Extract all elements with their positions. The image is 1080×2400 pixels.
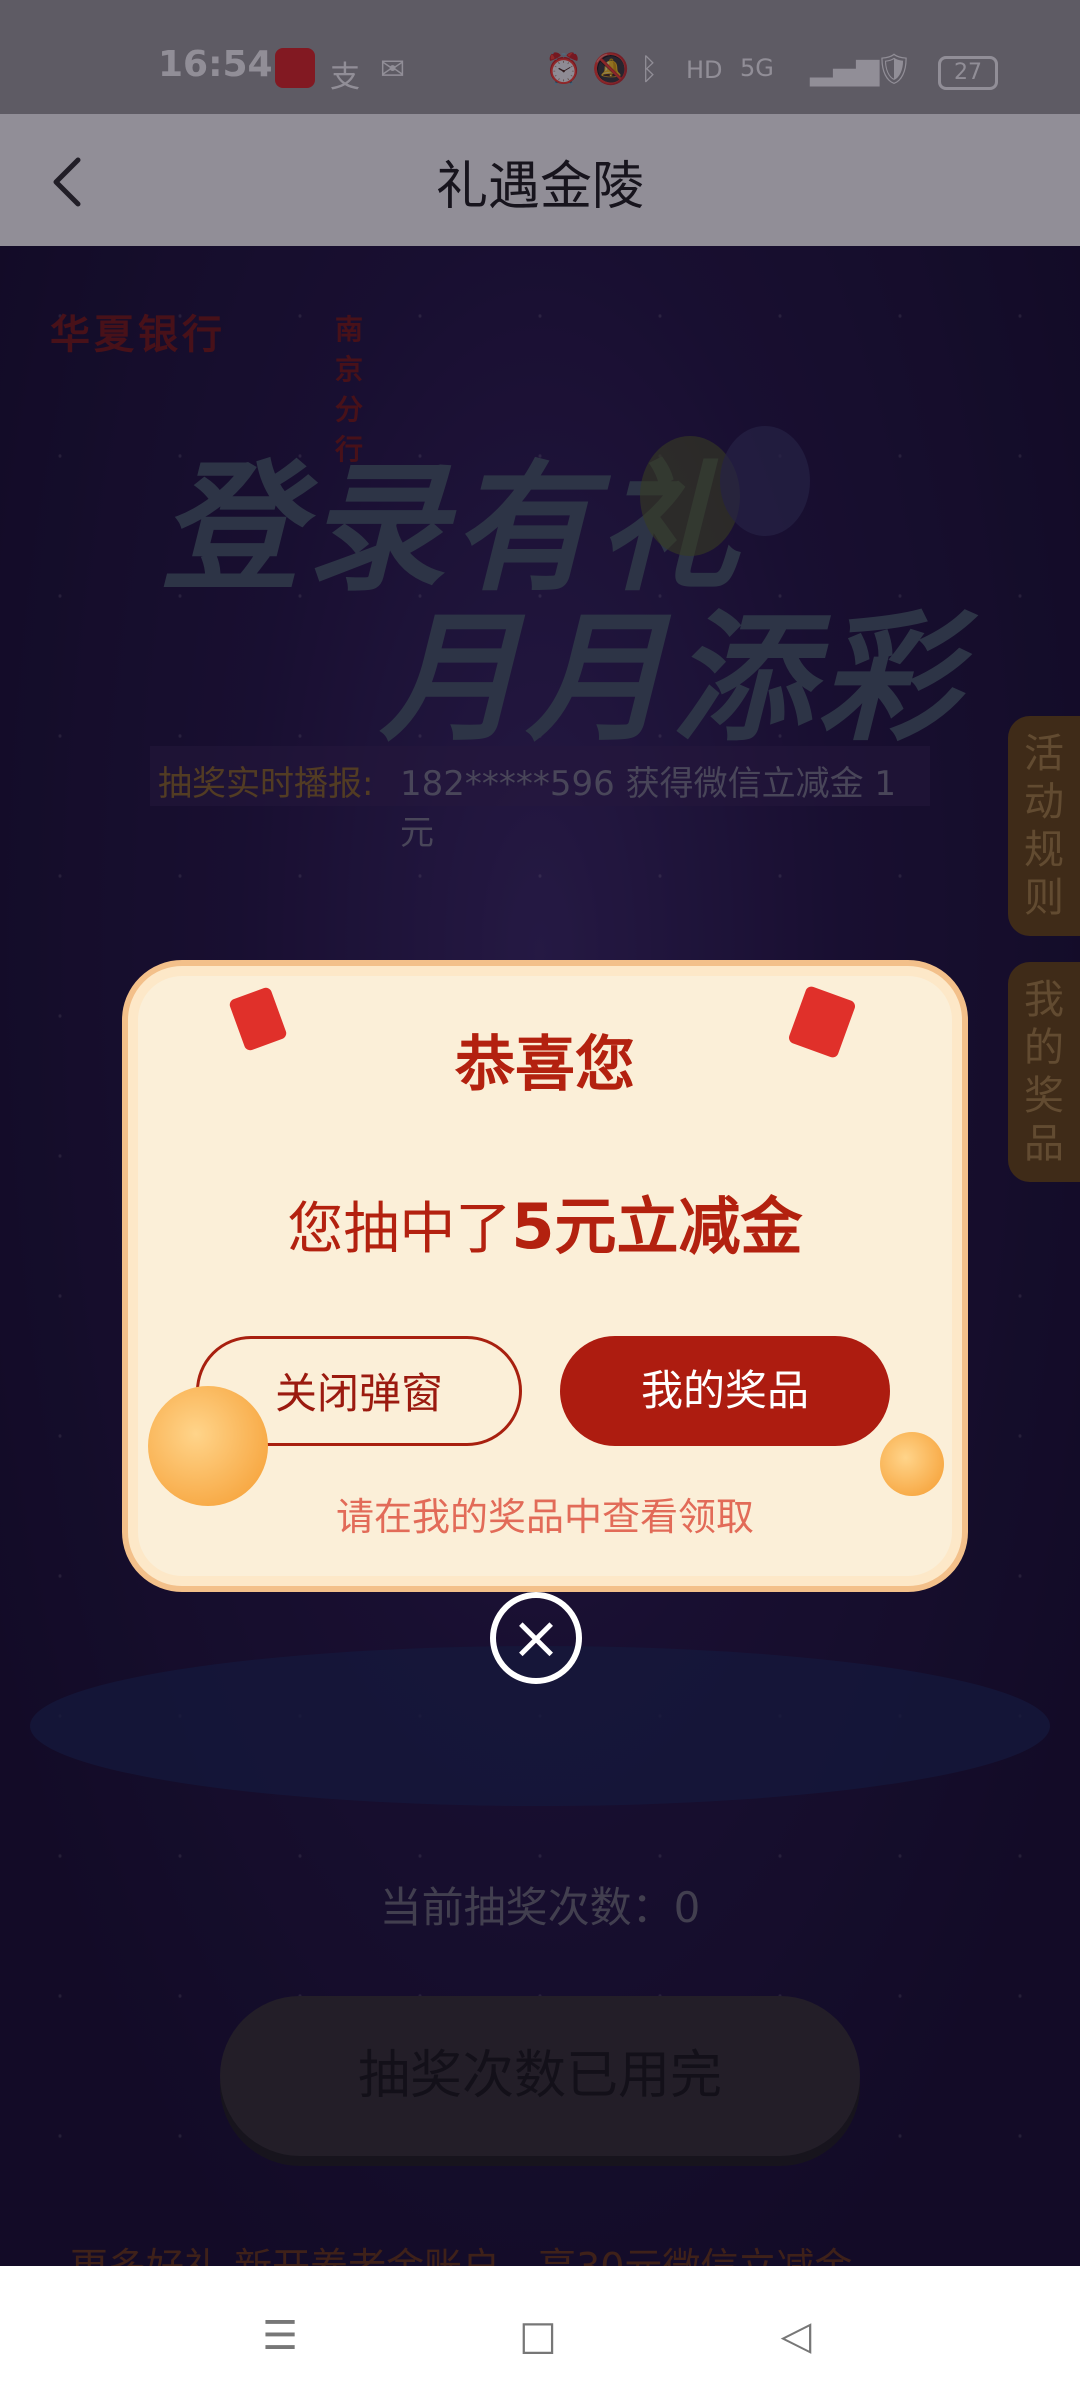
system-nav-bar: ☰ □ ◁ [0,2266,1080,2400]
coin-decoration [880,1432,944,1496]
prize-dialog: 恭喜您 您抽中了5元立减金 关闭弹窗 我的奖品 请在我的奖品中查看领取 [122,960,968,1592]
back-icon[interactable]: ◁ [766,2306,826,2366]
coin-decoration [148,1386,268,1506]
dialog-prize: 5元立减金 [511,1190,803,1263]
dialog-message: 您抽中了5元立减金 [128,1176,962,1266]
dialog-message-prefix: 您抽中了 [287,1197,512,1262]
home-icon[interactable]: □ [508,2306,568,2366]
close-icon[interactable]: × [490,1592,582,1684]
claim-hint: 请在我的奖品中查看领取 [335,1495,754,1539]
menu-icon[interactable]: ☰ [250,2306,310,2366]
my-prizes-button[interactable]: 我的奖品 [560,1336,890,1446]
